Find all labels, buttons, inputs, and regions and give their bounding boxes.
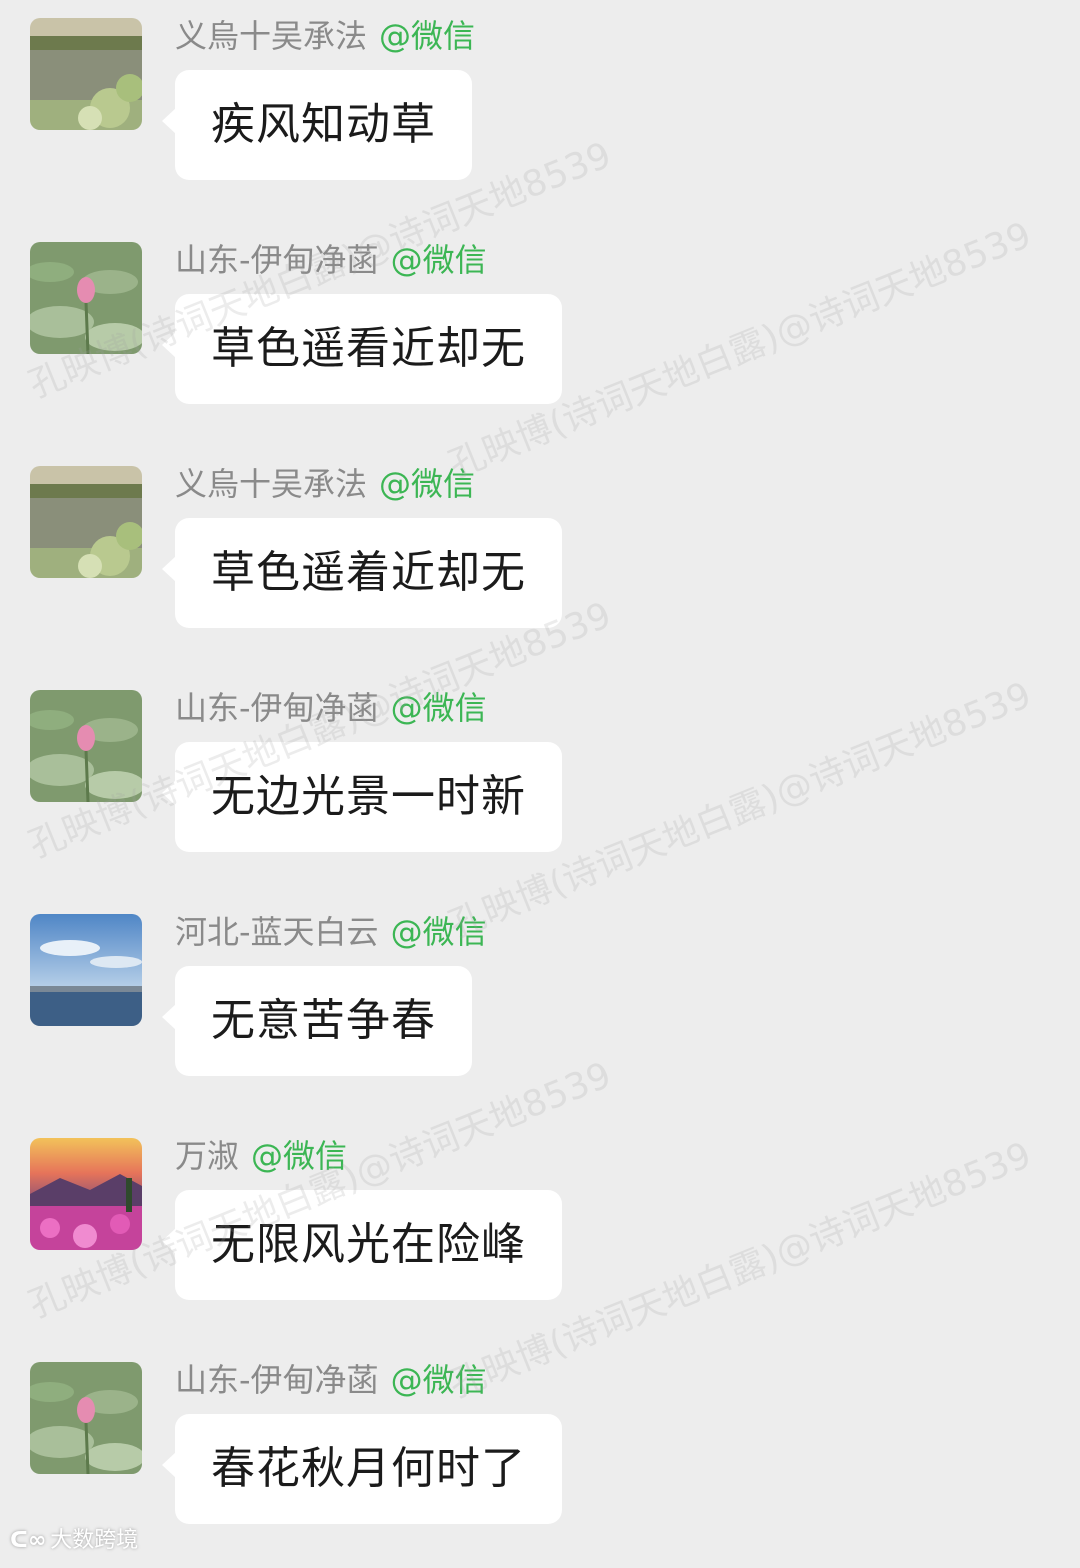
message-bubble[interactable]: 草色遥看近却无 (162, 294, 562, 404)
chat-message: 山东-伊甸净菡 @微信 春花秋月何时了 (0, 1344, 1080, 1568)
sender-name: 河北-蓝天白云 (175, 913, 379, 951)
lake-scene-avatar[interactable] (30, 18, 142, 130)
sender-name: 义烏十吴承法 (175, 465, 368, 503)
sender-line: 山东-伊甸净菡 @微信 (175, 1358, 487, 1402)
corner-logo-text: 大数跨境 (50, 1528, 139, 1553)
wechat-source-tag: @微信 (251, 1137, 348, 1175)
sender-line: 万淑 @微信 (175, 1134, 347, 1178)
lotus-avatar[interactable] (30, 690, 142, 802)
sender-name: 万淑 (175, 1137, 240, 1175)
wechat-source-tag: @微信 (390, 689, 487, 727)
lotus-avatar[interactable] (30, 1362, 142, 1474)
message-bubble[interactable]: 无限风光在险峰 (162, 1190, 562, 1300)
message-bubble[interactable]: 春花秋月何时了 (162, 1414, 562, 1524)
message-bubble[interactable]: 无边光景一时新 (162, 742, 562, 852)
wechat-source-tag: @微信 (379, 17, 476, 55)
wechat-source-tag: @微信 (390, 1361, 487, 1399)
chat-message: 义烏十吴承法 @微信 草色遥着近却无 (0, 448, 1080, 672)
sky-sea-avatar[interactable] (30, 914, 142, 1026)
sender-name: 义烏十吴承法 (175, 17, 368, 55)
sender-name: 山东-伊甸净菡 (175, 1361, 379, 1399)
lotus-avatar[interactable] (30, 242, 142, 354)
message-bubble[interactable]: 无意苦争春 (162, 966, 472, 1076)
wechat-source-tag: @微信 (379, 465, 476, 503)
logo-mark-icon: ᑕ∞ (10, 1528, 47, 1553)
sender-line: 山东-伊甸净菡 @微信 (175, 238, 487, 282)
sender-line: 山东-伊甸净菡 @微信 (175, 686, 487, 730)
message-bubble[interactable]: 草色遥着近却无 (162, 518, 562, 628)
chat-feed: 义烏十吴承法 @微信 疾风知动草 山东-伊甸净菡 @微信 草色遥看近却无 义烏十… (0, 0, 1080, 1562)
chat-message: 万淑 @微信 无限风光在险峰 (0, 1120, 1080, 1344)
chat-message: 山东-伊甸净菡 @微信 草色遥看近却无 (0, 224, 1080, 448)
chat-message: 河北-蓝天白云 @微信 无意苦争春 (0, 896, 1080, 1120)
sunset-flowers-avatar[interactable] (30, 1138, 142, 1250)
lake-scene-avatar[interactable] (30, 466, 142, 578)
chat-message: 义烏十吴承法 @微信 疾风知动草 (0, 0, 1080, 224)
wechat-source-tag: @微信 (390, 241, 487, 279)
sender-name: 山东-伊甸净菡 (175, 689, 379, 727)
chat-message: 山东-伊甸净菡 @微信 无边光景一时新 (0, 672, 1080, 896)
message-bubble[interactable]: 疾风知动草 (162, 70, 472, 180)
sender-line: 义烏十吴承法 @微信 (175, 462, 475, 506)
sender-line: 义烏十吴承法 @微信 (175, 14, 475, 58)
sender-name: 山东-伊甸净菡 (175, 241, 379, 279)
corner-logo: ᑕ∞ 大数跨境 (10, 1526, 138, 1556)
wechat-source-tag: @微信 (390, 913, 487, 951)
sender-line: 河北-蓝天白云 @微信 (175, 910, 487, 954)
